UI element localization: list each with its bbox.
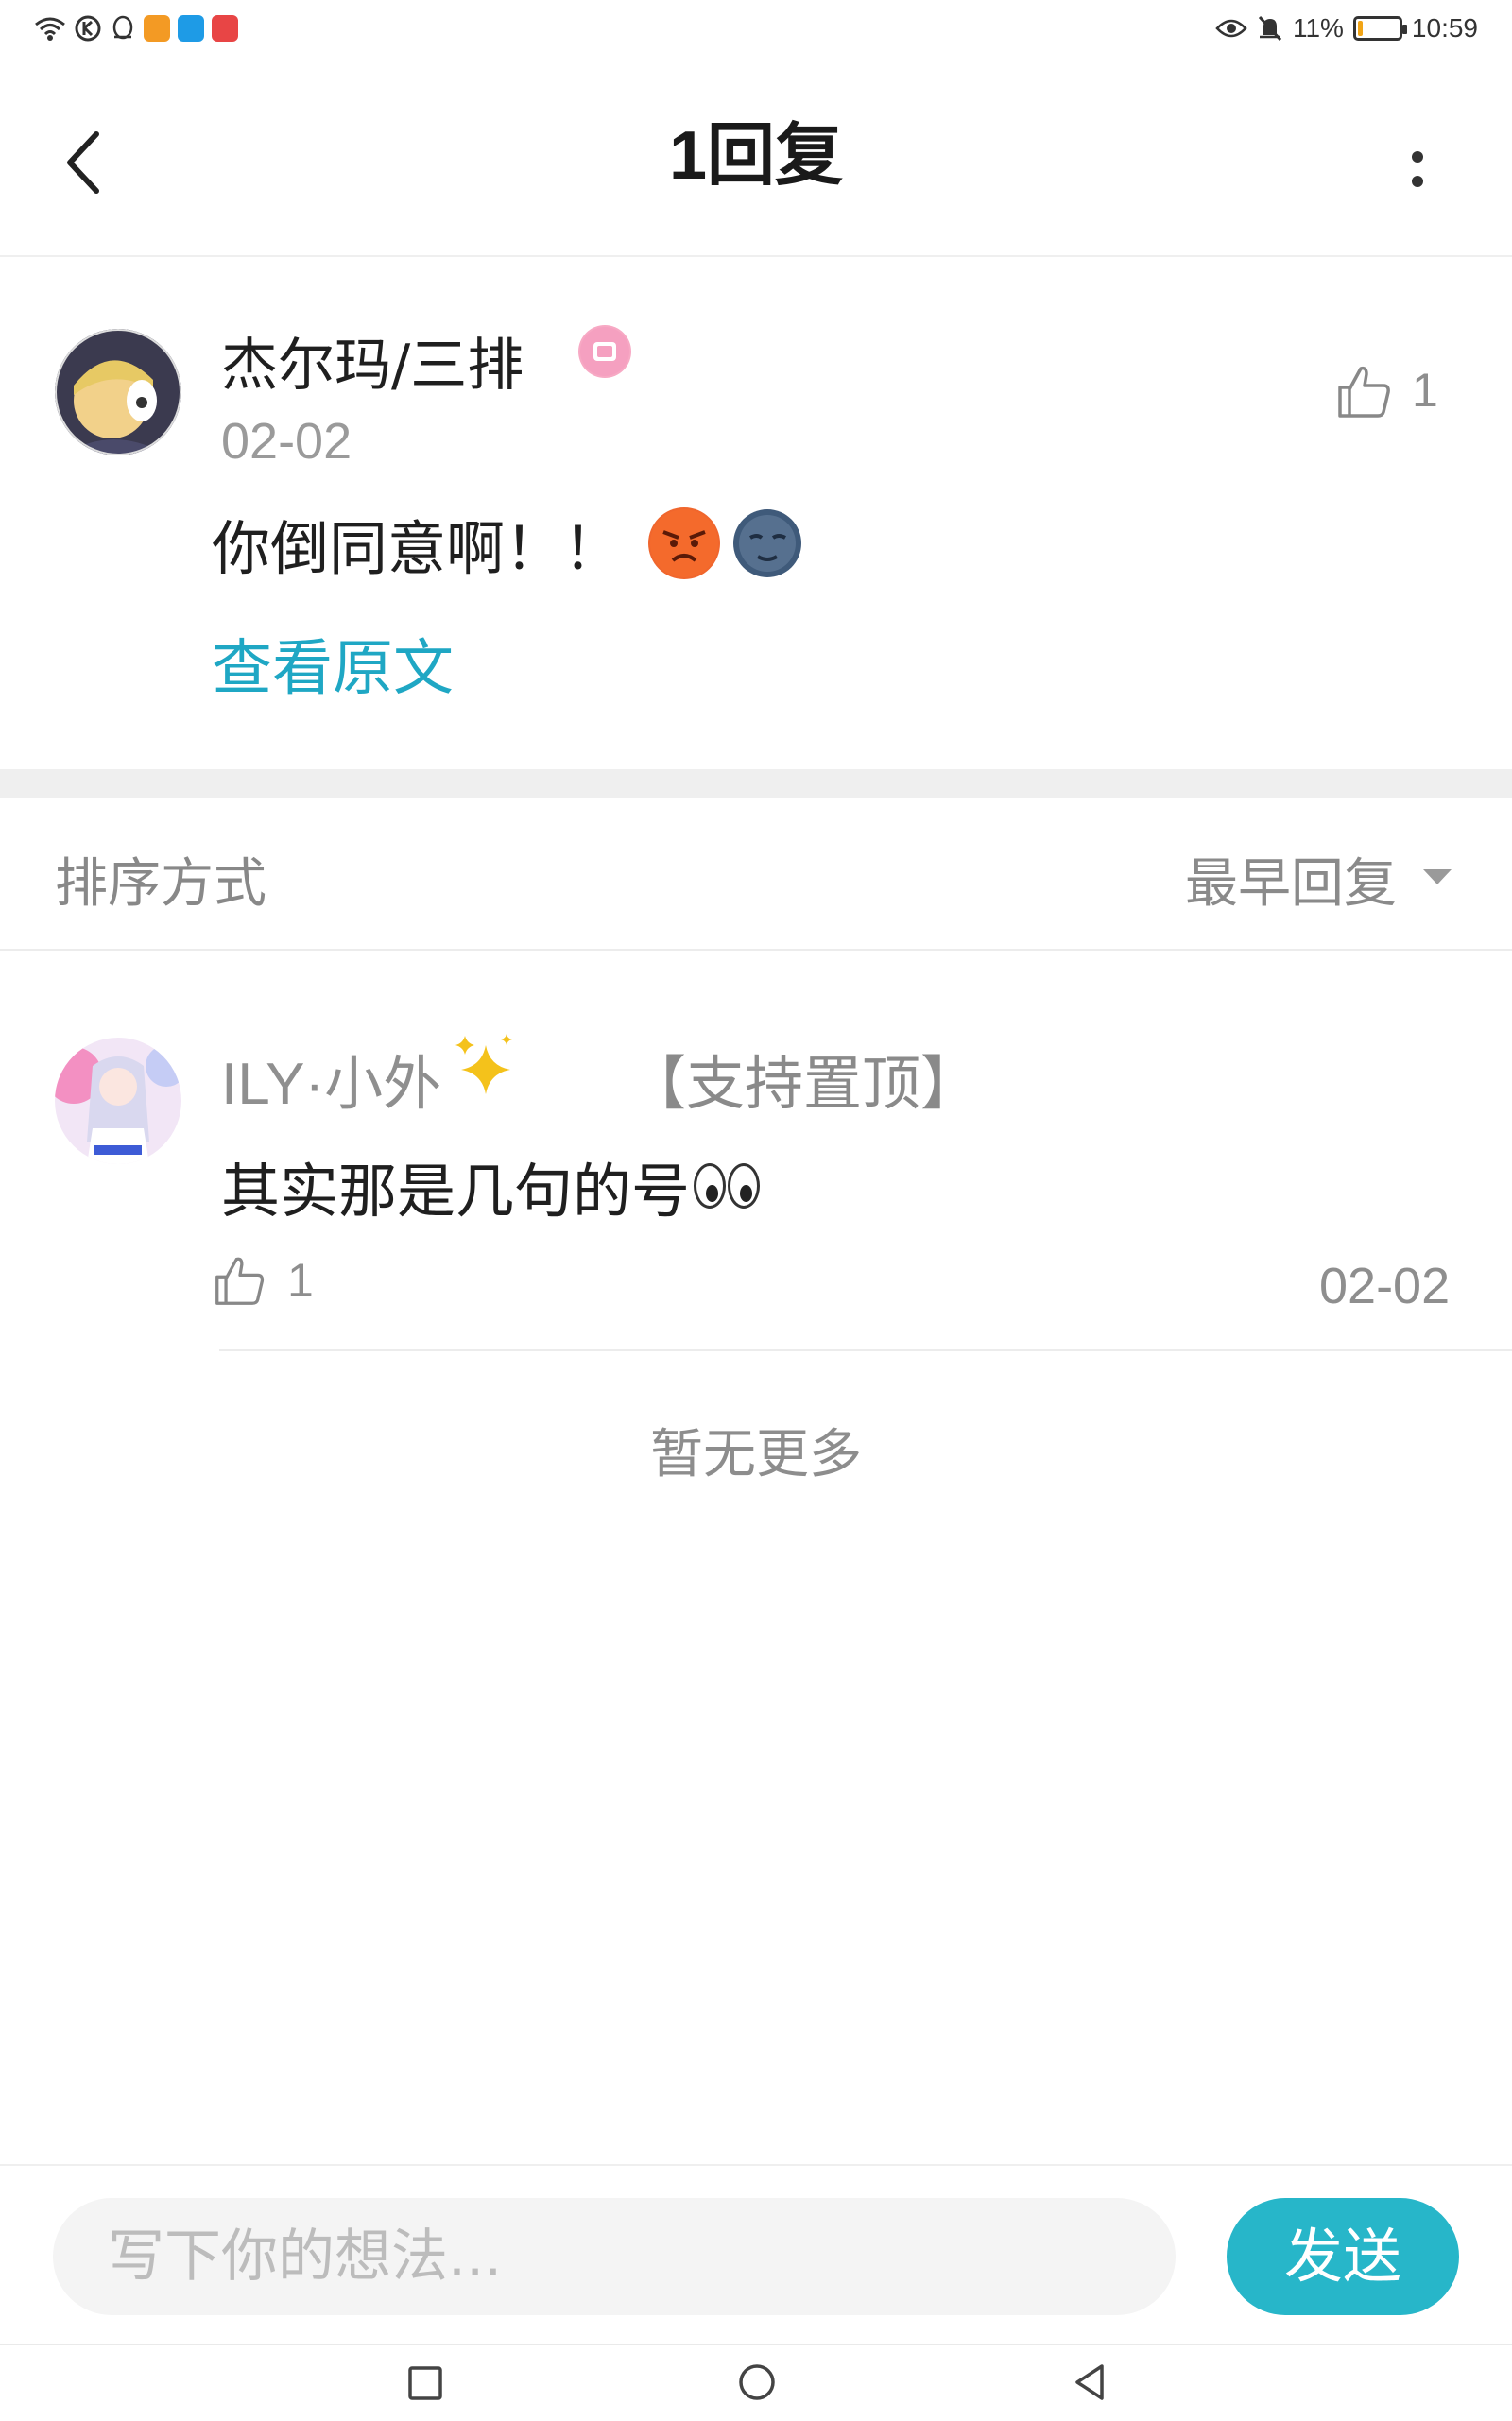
comment-input[interactable] [53, 2198, 1176, 2315]
section-divider [0, 769, 1512, 798]
pin-support-tag: 【支持置顶】 [627, 1049, 980, 1118]
reply-divider [219, 1349, 1512, 1351]
new-moon-face-icon [731, 507, 803, 579]
view-original-link[interactable]: 查看原文 [212, 620, 454, 707]
sort-bar: 排序方式 最早回复 [0, 798, 1512, 951]
sparkles-icon [455, 1034, 512, 1094]
reply-text: 其实那是几句的号 [221, 1157, 691, 1226]
status-icons-right: 11% 10:59 [1215, 8, 1478, 49]
author-avatar[interactable] [55, 329, 181, 455]
status-icons-left [34, 9, 238, 47]
clock: 10:59 [1411, 13, 1478, 43]
comment-body: 你倒同意啊！！ [212, 501, 803, 586]
comment-date: 02-02 [221, 413, 352, 470]
more-vertical-icon[interactable] [1389, 132, 1446, 208]
thumbs-up-icon[interactable] [1336, 363, 1393, 420]
level-badge-icon [578, 325, 631, 378]
battery-percent: 11% [1292, 13, 1344, 43]
no-more-text: 暂无更多 [650, 1424, 862, 1485]
reply-like-count: 1 [287, 1254, 314, 1307]
reader-app-icon [212, 15, 238, 42]
sort-dropdown[interactable]: 最早回复 [1185, 841, 1397, 918]
eyes-emoji-icon [694, 1163, 761, 1209]
back-triangle-icon[interactable] [1068, 2361, 1111, 2404]
battery-icon [1352, 16, 1407, 41]
video-app-icon [144, 15, 170, 42]
reply-avatar[interactable] [55, 1038, 181, 1164]
composer-bar: 发送 [0, 2164, 1512, 2345]
status-bar: 11% 10:59 [0, 0, 1512, 57]
reply-thumbs-up-icon[interactable] [214, 1253, 266, 1308]
angry-face-icon [648, 507, 721, 579]
recent-apps-icon[interactable] [404, 2362, 446, 2404]
k-app-icon [75, 15, 101, 42]
reply-date: 02-02 [1319, 1258, 1451, 1314]
like-count: 1 [1412, 364, 1438, 417]
home-icon[interactable] [735, 2361, 779, 2404]
send-button[interactable]: 发送 [1227, 2198, 1459, 2315]
system-nav-bar [0, 2344, 1512, 2421]
chevron-down-icon[interactable] [1423, 869, 1452, 884]
top-app-bar: 1回复 [0, 57, 1512, 257]
eye-icon [1215, 19, 1247, 38]
mute-bell-icon [1258, 15, 1282, 42]
sort-label: 排序方式 [55, 853, 266, 915]
qq-icon [112, 15, 133, 40]
back-arrow-icon[interactable] [57, 125, 113, 200]
comment-text: 你倒同意啊！！ [212, 514, 623, 583]
page-title: 1回复 [668, 118, 844, 194]
wifi-icon [35, 17, 65, 41]
browser-app-icon [178, 15, 204, 42]
reply-body: 其实那是几句的号 [221, 1143, 761, 1228]
reply-author-name[interactable]: ILY·小外 [221, 1036, 441, 1121]
author-name[interactable]: 杰尔玛/三排 [221, 319, 524, 402]
